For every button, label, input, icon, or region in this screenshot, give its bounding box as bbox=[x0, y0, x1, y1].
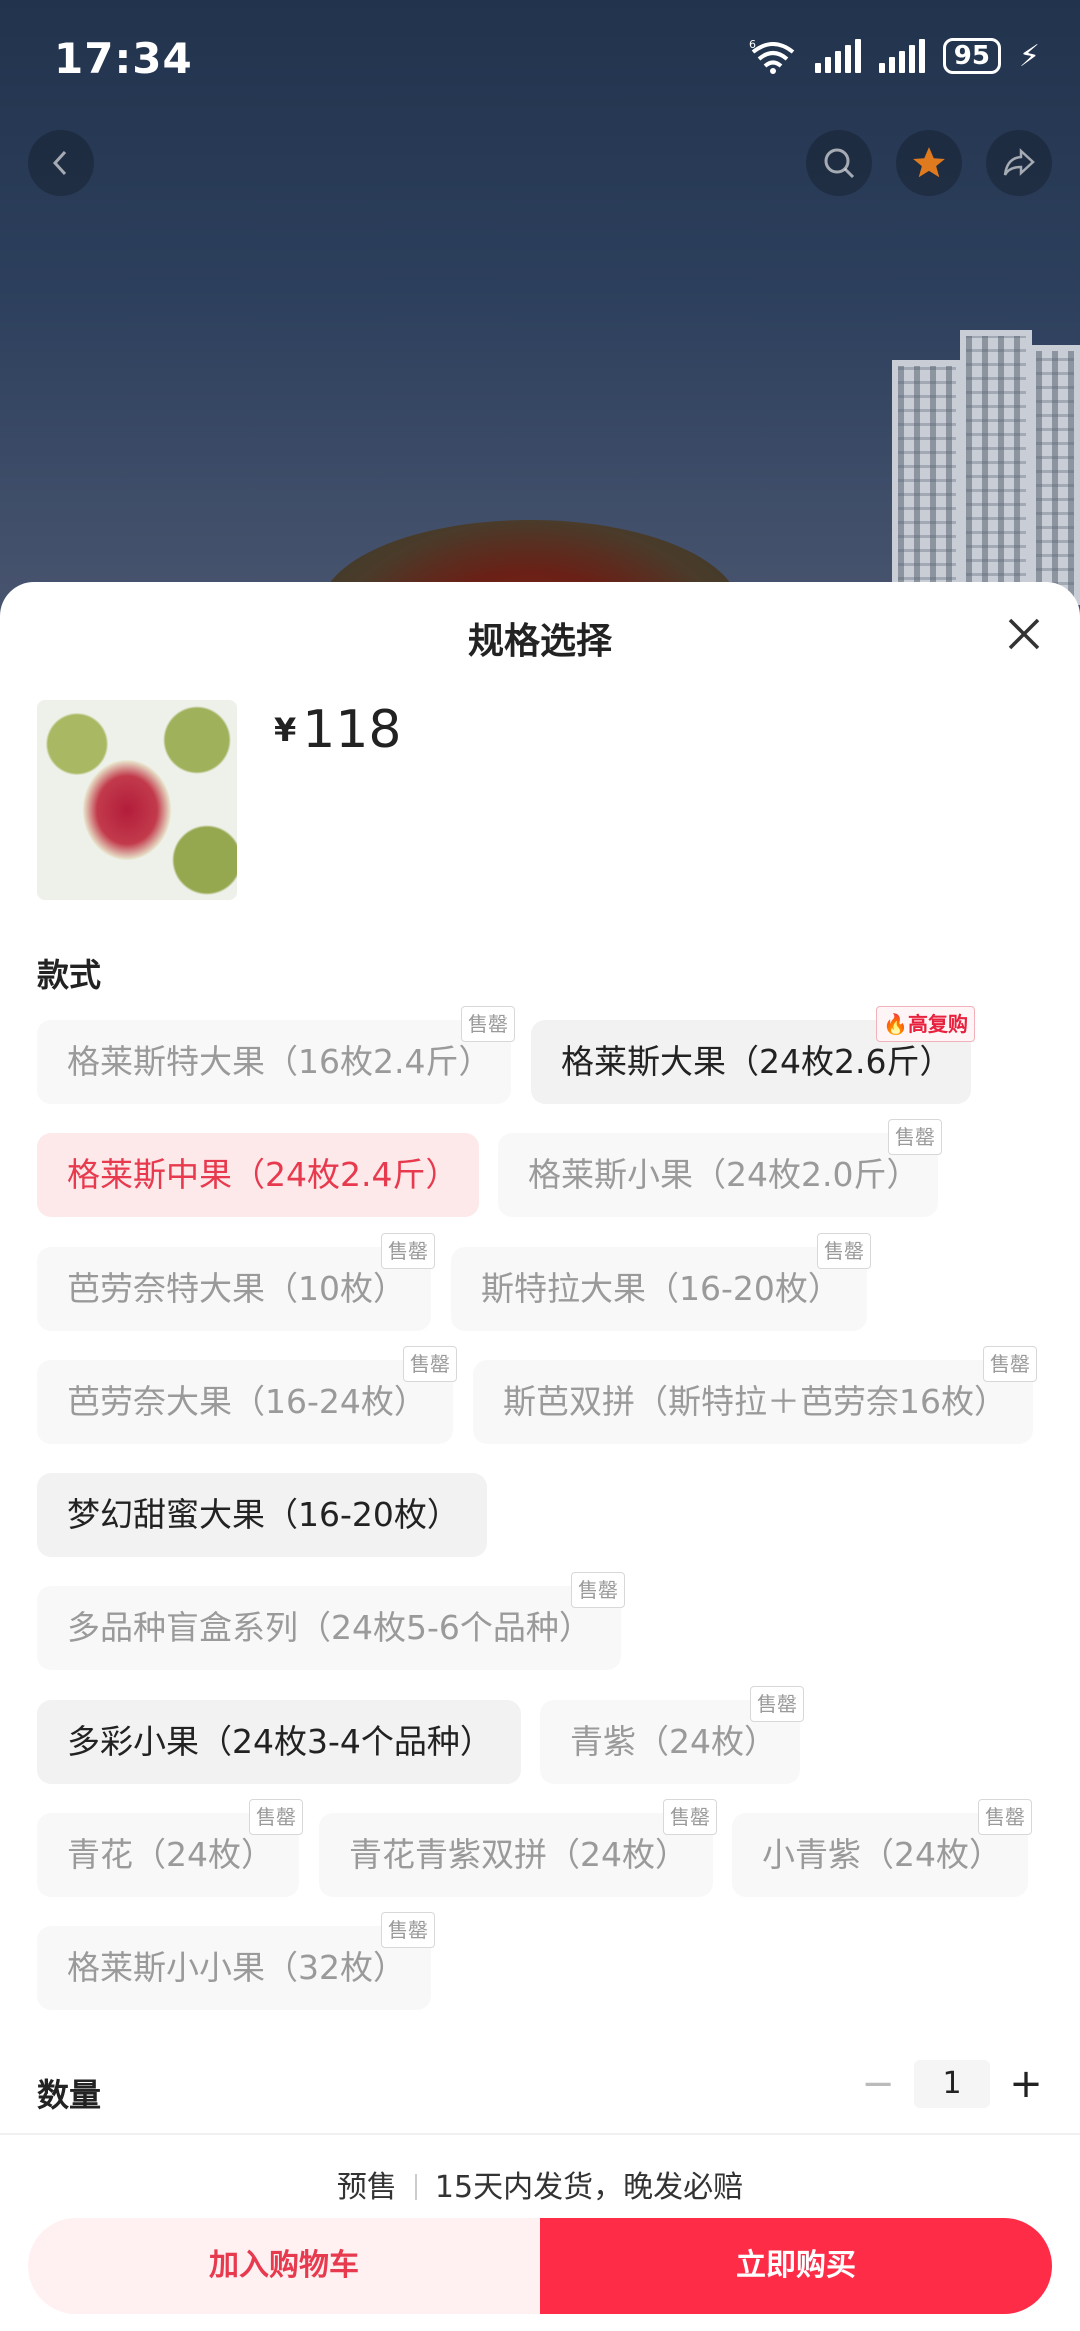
spec-selection-sheet: 规格选择 ¥118 款式 格莱斯特大果（16枚2.4斤） 售罄 格莱斯大果（24… bbox=[0, 582, 1080, 2331]
option-chip[interactable]: 多品种盲盒系列（24枚5-6个品种） 售罄 bbox=[37, 1572, 625, 1670]
soldout-tag: 售罄 bbox=[978, 1799, 1032, 1835]
option-chip[interactable]: 青花（24枚） 售罄 bbox=[37, 1799, 303, 1897]
price-value: 118 bbox=[302, 700, 402, 760]
building-shape bbox=[892, 360, 962, 600]
soldout-tag: 售罄 bbox=[381, 1912, 435, 1948]
add-to-cart-button[interactable]: 加入购物车 bbox=[28, 2218, 540, 2314]
quantity-stepper: − 1 + bbox=[856, 2060, 1048, 2108]
battery-icon: 95 bbox=[942, 38, 1001, 74]
soldout-tag: 售罄 bbox=[888, 1119, 942, 1155]
option-chip[interactable]: 斯特拉大果（16-20枚） 售罄 bbox=[451, 1233, 871, 1331]
status-time: 17:34 bbox=[54, 34, 193, 83]
signal-icon bbox=[814, 39, 861, 73]
option-chip[interactable]: 斯芭双拼（斯特拉＋芭劳奈16枚） 售罄 bbox=[473, 1346, 1037, 1444]
soldout-tag: 售罄 bbox=[403, 1346, 457, 1382]
style-label: 款式 bbox=[37, 956, 102, 994]
soldout-tag: 售罄 bbox=[983, 1346, 1037, 1382]
option-chip[interactable]: 芭劳奈大果（16-24枚） 售罄 bbox=[37, 1346, 457, 1444]
option-chip[interactable]: 小青紫（24枚） 售罄 bbox=[732, 1799, 1032, 1897]
option-chip[interactable]: 梦幻甜蜜大果（16-20枚） bbox=[37, 1473, 487, 1557]
presale-label: 预售 bbox=[336, 2170, 397, 2205]
status-bar: 17:34 6 95 ⚡ bbox=[0, 0, 1080, 120]
option-chip[interactable]: 格莱斯小小果（32枚） 售罄 bbox=[37, 1912, 435, 2010]
status-icons: 6 95 ⚡ bbox=[749, 38, 1040, 74]
option-chip[interactable]: 青紫（24枚） 售罄 bbox=[540, 1686, 804, 1784]
buy-now-button[interactable]: 立即购买 bbox=[540, 2218, 1052, 2314]
repurchase-tag: 🔥高复购 bbox=[876, 1006, 975, 1042]
option-chip[interactable]: 青花青紫双拼（24枚） 售罄 bbox=[319, 1799, 717, 1897]
price-currency: ¥ bbox=[274, 711, 297, 749]
option-chip[interactable]: 芭劳奈特大果（10枚） 售罄 bbox=[37, 1233, 435, 1331]
share-button[interactable] bbox=[986, 130, 1052, 196]
sheet-title: 规格选择 bbox=[467, 621, 612, 662]
shipping-notice: 预售 15天内发货，晚发必赔 bbox=[0, 2162, 1080, 2206]
product-thumbnail[interactable] bbox=[37, 700, 237, 900]
fire-icon: 🔥 bbox=[883, 1012, 908, 1036]
signal-icon bbox=[878, 39, 925, 73]
svg-text:6: 6 bbox=[749, 38, 756, 51]
price: ¥118 bbox=[274, 700, 402, 760]
close-icon[interactable] bbox=[1002, 612, 1046, 656]
soldout-tag: 售罄 bbox=[663, 1799, 717, 1835]
quantity-value[interactable]: 1 bbox=[914, 2060, 990, 2108]
soldout-tag: 售罄 bbox=[817, 1233, 871, 1269]
favorite-button[interactable] bbox=[896, 130, 962, 196]
wifi-icon: 6 bbox=[749, 38, 794, 74]
star-icon bbox=[913, 147, 945, 178]
soldout-tag: 售罄 bbox=[381, 1233, 435, 1269]
soldout-tag: 售罄 bbox=[249, 1799, 303, 1835]
search-icon bbox=[824, 148, 855, 179]
building-shape bbox=[1030, 345, 1080, 605]
increase-button[interactable]: + bbox=[1004, 2062, 1048, 2106]
search-button[interactable] bbox=[806, 130, 872, 196]
building-shape bbox=[960, 330, 1032, 610]
back-button[interactable] bbox=[28, 130, 94, 196]
option-chip[interactable]: 格莱斯特大果（16枚2.4斤） 售罄 bbox=[37, 1006, 515, 1104]
charging-icon: ⚡ bbox=[1018, 38, 1040, 74]
share-icon bbox=[1003, 148, 1035, 176]
soldout-tag: 售罄 bbox=[750, 1686, 804, 1722]
quantity-label: 数量 bbox=[37, 2076, 102, 2114]
option-chip-selected[interactable]: 格莱斯中果（24枚2.4斤） bbox=[37, 1133, 479, 1217]
soldout-tag: 售罄 bbox=[571, 1572, 625, 1608]
option-chip[interactable]: 多彩小果（24枚3-4个品种） bbox=[37, 1700, 521, 1784]
decrease-button[interactable]: − bbox=[856, 2062, 900, 2106]
option-chip[interactable]: 格莱斯大果（24枚2.6斤） 🔥高复购 bbox=[531, 1006, 975, 1104]
option-chip[interactable]: 格莱斯小果（24枚2.0斤） 售罄 bbox=[498, 1119, 942, 1217]
divider bbox=[0, 2133, 1080, 2135]
soldout-tag: 售罄 bbox=[461, 1006, 515, 1042]
shipping-text: 15天内发货，晚发必赔 bbox=[434, 2170, 744, 2205]
chevron-left-icon bbox=[52, 150, 67, 176]
separator bbox=[414, 2174, 417, 2200]
